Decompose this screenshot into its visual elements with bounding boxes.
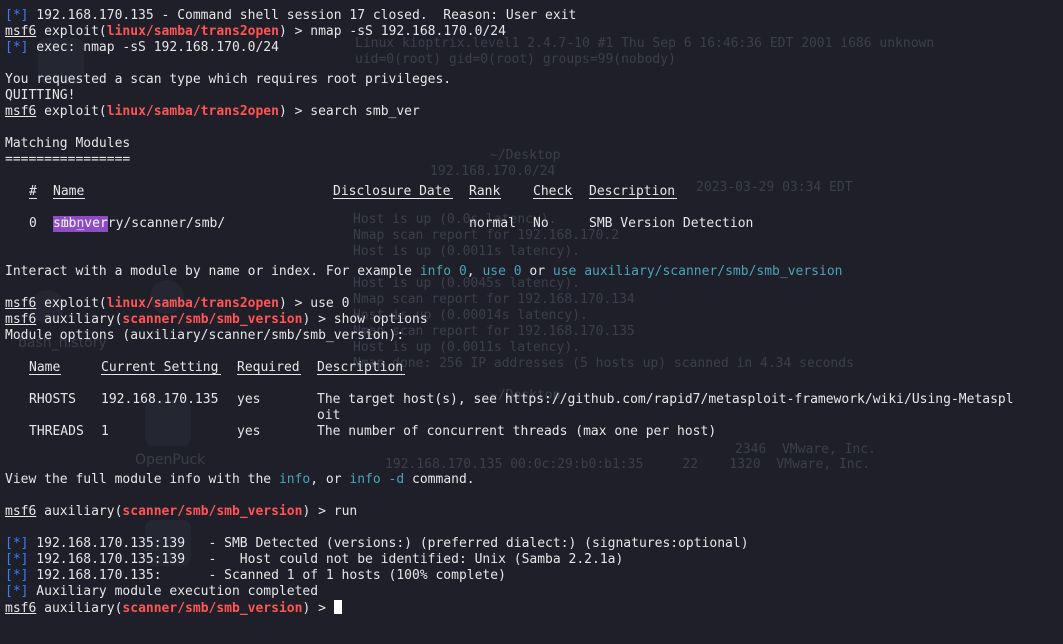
msf-prompt: msf6 (5, 504, 37, 519)
prompt-line: msf6 exploit(linux/samba/trans2open) > u… (5, 296, 350, 311)
msf-prompt: msf6 (5, 296, 37, 311)
msf-prompt: msf6 (5, 104, 37, 119)
info-marker: [*] (5, 536, 29, 551)
command-text: search smb_ver (310, 104, 420, 119)
command-hint: info -d (349, 472, 405, 487)
info-marker: [*] (5, 8, 29, 23)
modules-table-header: # Name Disclosure Date Rank Check Descri… (29, 184, 677, 199)
header-rule (29, 374, 61, 375)
command-hint: use auxiliary/scanner/smb/smb_version (552, 264, 843, 279)
module-name: linux/samba/trans2open (106, 296, 279, 311)
prompt-line: msf6 auxiliary(scanner/smb/smb_version) … (5, 312, 428, 327)
header-rule (317, 374, 405, 375)
module-name: scanner/smb/smb_version (122, 312, 303, 327)
result-line: [*] 192.168.170.135:139 - SMB Detected (… (5, 536, 749, 551)
msf-prompt: msf6 (5, 312, 37, 327)
options-table-header: Name Current Setting Required Descriptio… (29, 360, 405, 375)
command-text: nmap -sS 192.168.170.0/24 (310, 24, 506, 39)
module-name: scanner/smb/smb_version (122, 601, 303, 616)
command-hint: info (278, 472, 311, 487)
terminal-line: [*] exec: nmap -sS 192.168.170.0/24 (5, 40, 279, 55)
table-row: 0 auxiliary/scanner/smb/smb_ver sion norm… (29, 216, 754, 232)
info-marker: [*] (5, 568, 29, 583)
prompt-line: msf6 auxiliary(scanner/smb/smb_version) … (5, 504, 358, 519)
hint-line: Interact with a module by name or index.… (5, 264, 843, 279)
terminal-output[interactable]: [*] 192.168.170.135 - Command shell sess… (5, 8, 1057, 616)
info-marker: [*] (5, 584, 29, 599)
header-rule (469, 198, 501, 199)
header-rule (29, 198, 37, 199)
terminal-line: [*] 192.168.170.135 - Command shell sess… (5, 8, 577, 23)
command-hint: info 0 (419, 264, 467, 279)
header-rule (237, 374, 301, 375)
header-rule (533, 198, 573, 199)
command-hint: use 0 (482, 264, 522, 279)
result-line: [*] 192.168.170.135: - Scanned 1 of 1 ho… (5, 568, 506, 583)
info-marker: [*] (5, 552, 29, 567)
terminal-line: QUITTING! (5, 88, 76, 103)
header-rule (53, 198, 85, 199)
terminal-line: You requested a scan type which requires… (5, 72, 452, 87)
prompt-line: msf6 exploit(linux/samba/trans2open) > s… (5, 104, 420, 119)
module-name: linux/samba/trans2open (106, 24, 279, 39)
table-row-continuation: oit (317, 408, 341, 423)
result-line: [*] 192.168.170.135:139 - Host could not… (5, 552, 624, 567)
msf-prompt: msf6 (5, 24, 37, 39)
text-cursor[interactable] (333, 600, 342, 614)
prompt-line: msf6 exploit(linux/samba/trans2open) > n… (5, 24, 506, 39)
section-heading: Matching Modules (5, 136, 131, 151)
info-marker: [*] (5, 40, 29, 55)
command-text: use 0 (310, 296, 350, 311)
module-name: linux/samba/trans2open (106, 104, 279, 119)
header-rule (101, 374, 221, 375)
header-rule (589, 198, 677, 199)
hint-line: View the full module info with the info,… (5, 472, 475, 487)
table-row: RHOSTS 192.168.170.135 yes The target ho… (29, 392, 1014, 407)
section-heading: Module options (auxiliary/scanner/smb/sm… (5, 328, 405, 343)
msf-prompt: msf6 (5, 601, 37, 616)
command-text: show options (333, 312, 428, 327)
section-underline: ================ (5, 152, 131, 167)
command-text: run (333, 504, 358, 519)
header-rule (333, 198, 453, 199)
module-name: scanner/smb/smb_version (122, 504, 303, 519)
table-row: THREADS 1 yes The number of concurrent t… (29, 424, 717, 439)
result-line: [*] Auxiliary module execution completed (5, 584, 319, 599)
active-prompt-line[interactable]: msf6 auxiliary(scanner/smb/smb_version) … (5, 600, 1057, 616)
